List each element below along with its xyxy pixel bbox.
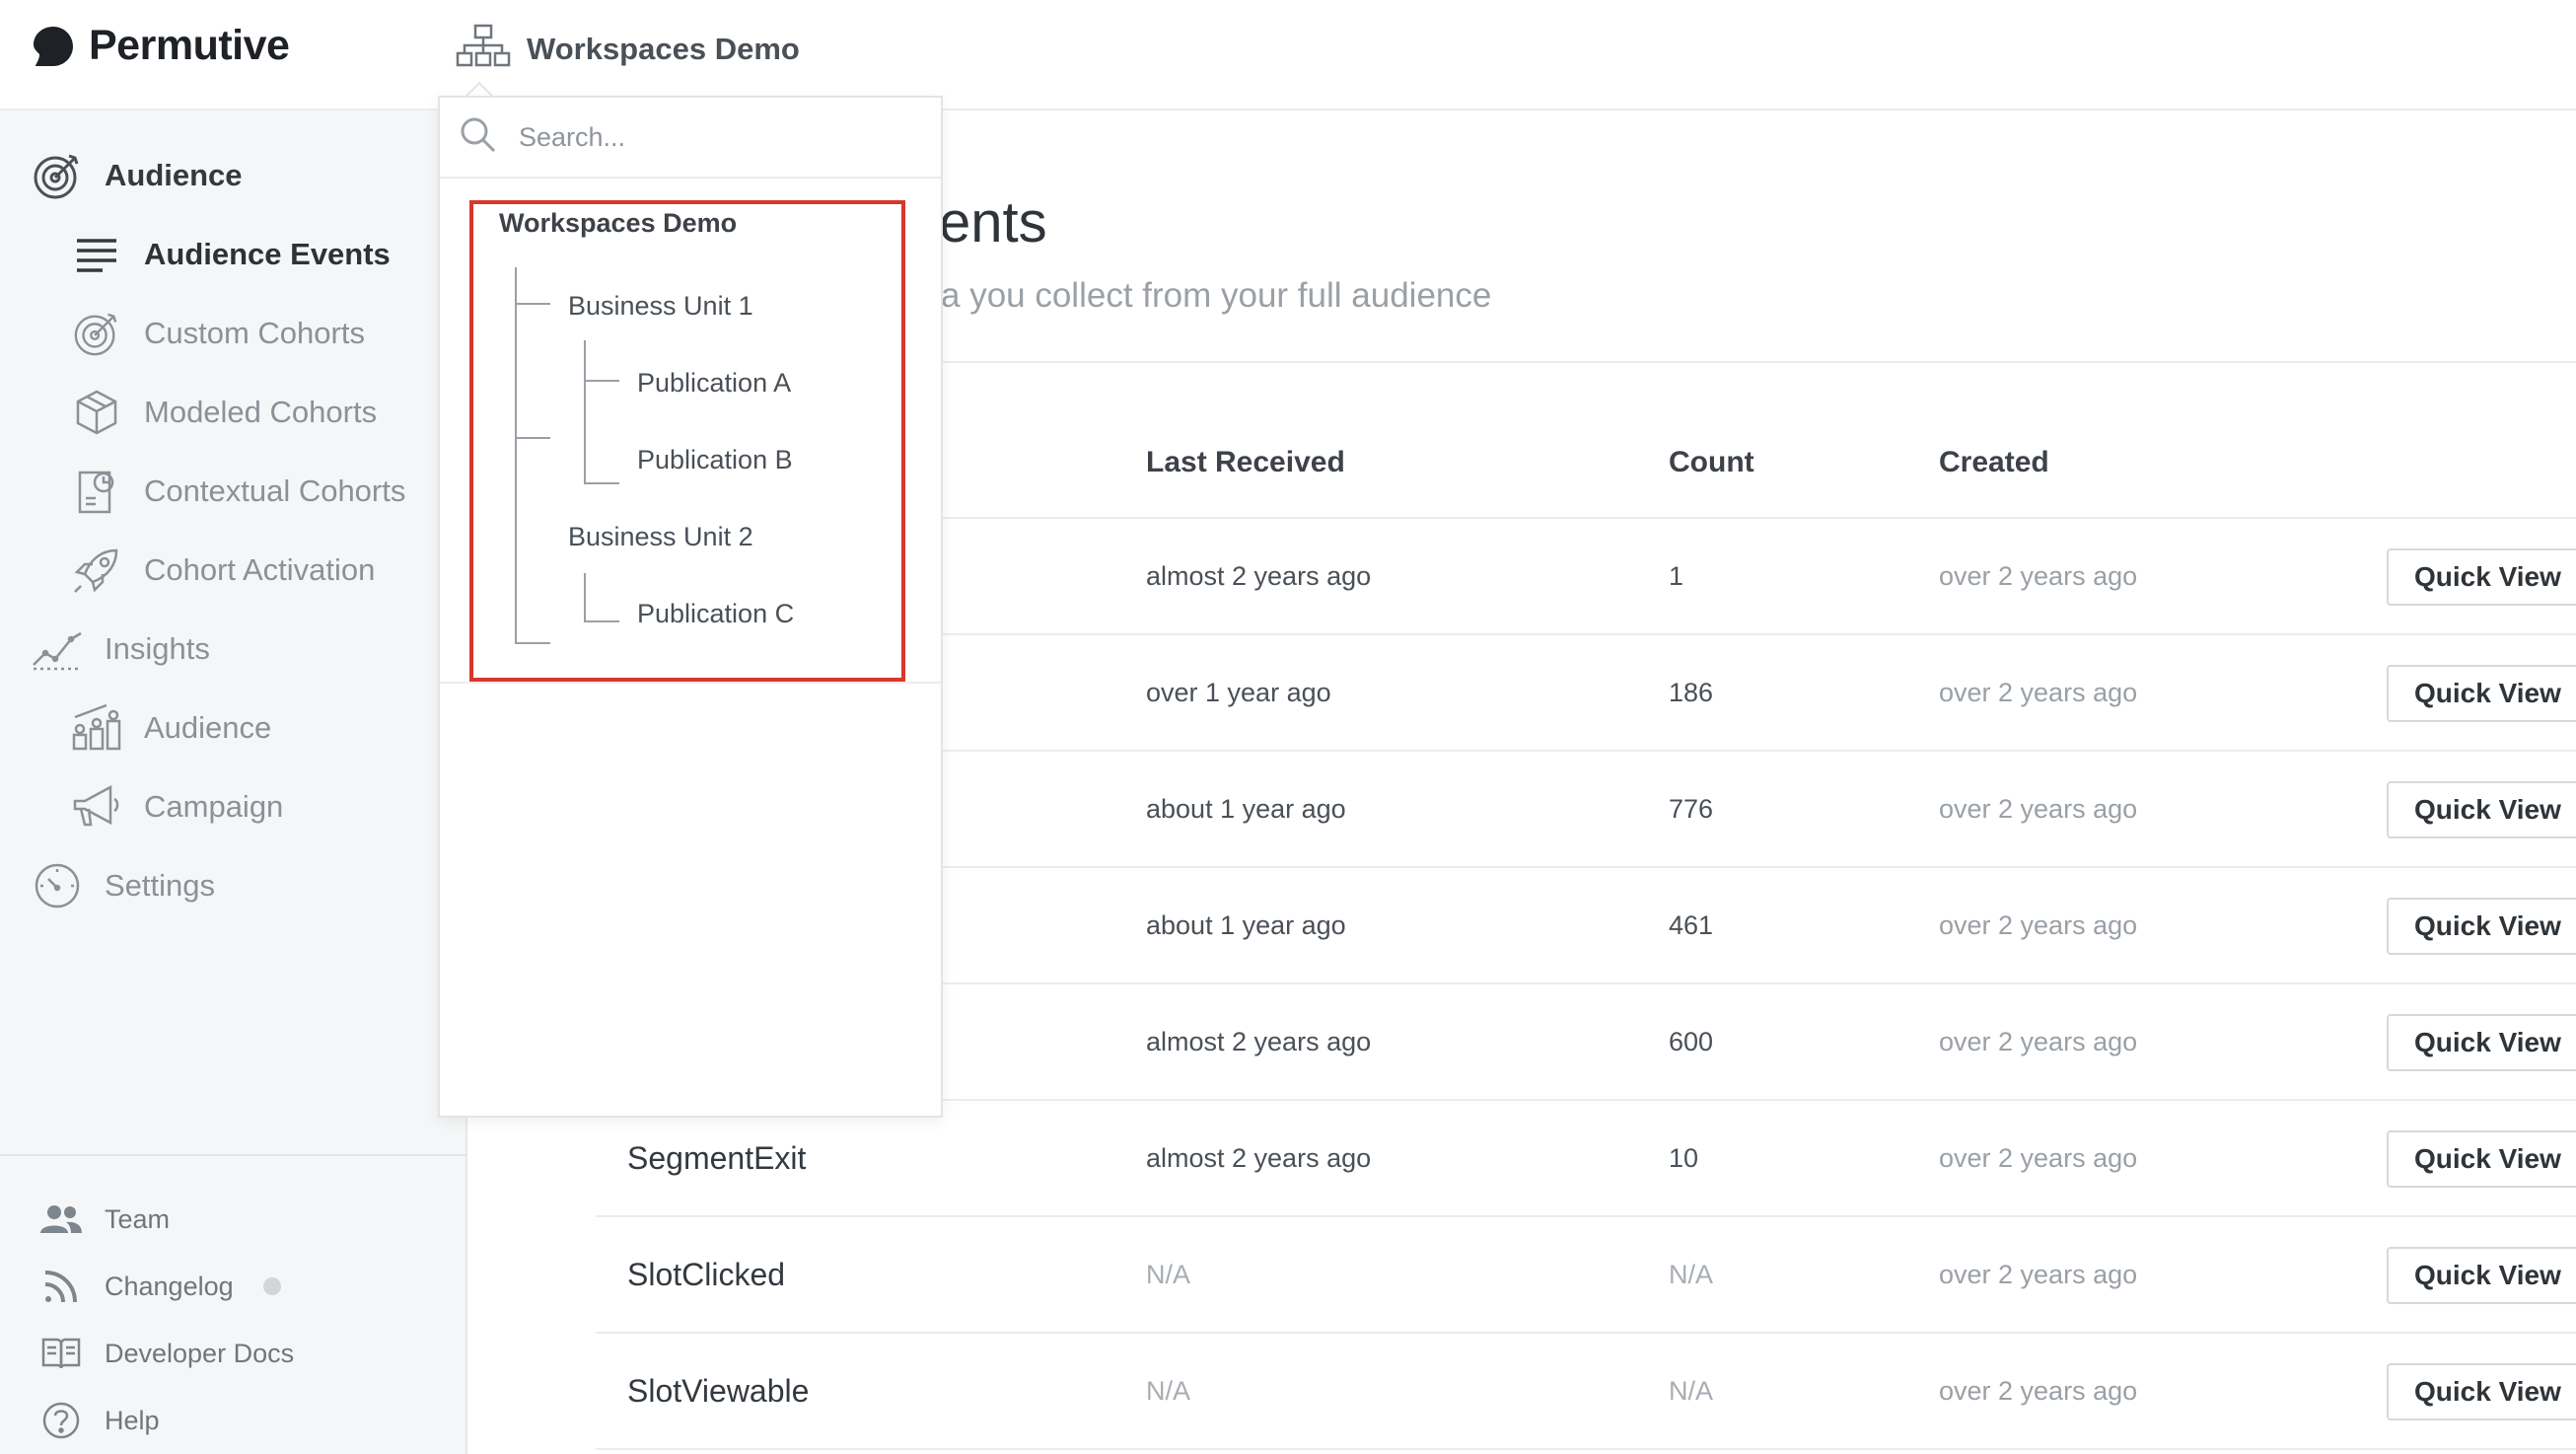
event-name: SegmentExit (627, 1139, 807, 1176)
sidebar-item-insights-audience[interactable]: Audience (71, 702, 271, 754)
target-icon (71, 308, 122, 359)
hierarchy-icon (456, 24, 511, 74)
sidebar-footer-developer-docs[interactable]: Developer Docs (39, 1332, 294, 1375)
table-row[interactable]: SegmentExit almost 2 years ago 10 over 2… (596, 1101, 2576, 1217)
event-count: 1 (1669, 560, 1684, 591)
book-icon (39, 1332, 83, 1375)
column-header-count[interactable]: Count (1669, 446, 1754, 479)
last-received: N/A (1146, 1375, 1191, 1406)
last-received: almost 2 years ago (1146, 1142, 1372, 1173)
last-received: over 1 year ago (1146, 677, 1331, 707)
workspace-switcher-label: Workspaces Demo (527, 31, 800, 66)
created-date: over 2 years ago (1939, 677, 2138, 707)
quick-view-button[interactable]: Quick View (2387, 1130, 2576, 1188)
quick-view-button[interactable]: Quick View (2387, 781, 2576, 838)
created-date: over 2 years ago (1939, 909, 2138, 940)
tree-highlight-box (469, 200, 905, 682)
event-count: 600 (1669, 1026, 1714, 1056)
event-count: N/A (1669, 1375, 1714, 1406)
sidebar-section-audience[interactable]: Audience (32, 150, 243, 201)
event-name: SlotClicked (627, 1256, 786, 1292)
last-received: almost 2 years ago (1146, 560, 1372, 591)
brand-name: Permutive (89, 22, 290, 69)
created-date: over 2 years ago (1939, 560, 2138, 591)
quick-view-button[interactable]: Quick View (2387, 1363, 2576, 1420)
cube-icon (71, 387, 122, 438)
created-date: over 2 years ago (1939, 1375, 2138, 1406)
created-date: over 2 years ago (1939, 1142, 2138, 1173)
table-row[interactable]: SlotClicked N/A N/A over 2 years ago Qui… (596, 1217, 2576, 1334)
column-header-created[interactable]: Created (1939, 446, 2049, 479)
sidebar-section-insights[interactable]: Insights (32, 623, 210, 675)
quick-view-button[interactable]: Quick View (2387, 898, 2576, 955)
table-row[interactable]: SlotViewable N/A N/A over 2 years ago Qu… (596, 1334, 2576, 1450)
page-subtitle: a you collect from your full audience (941, 276, 1492, 315)
created-date: over 2 years ago (1939, 793, 2138, 824)
target-icon (32, 150, 83, 201)
event-count: 186 (1669, 677, 1714, 707)
document-icon (71, 466, 122, 517)
workspace-switcher[interactable]: Workspaces Demo (456, 24, 800, 74)
rocket-icon (71, 545, 122, 596)
sidebar-item-custom-cohorts[interactable]: Custom Cohorts (71, 308, 365, 359)
event-count: N/A (1669, 1259, 1714, 1289)
sidebar-item-cohort-activation[interactable]: Cohort Activation (71, 545, 375, 596)
list-icon (71, 229, 122, 280)
quick-view-button[interactable]: Quick View (2387, 1014, 2576, 1071)
last-received: about 1 year ago (1146, 793, 1346, 824)
team-icon (39, 1198, 83, 1241)
workspace-dropdown: Workspaces Demo Business Unit 1 Publicat… (438, 96, 943, 1118)
trend-icon (32, 623, 83, 675)
rss-icon (39, 1265, 83, 1308)
sidebar-footer-team[interactable]: Team (39, 1198, 170, 1241)
sidebar-item-contextual-cohorts[interactable]: Contextual Cohorts (71, 466, 405, 517)
quick-view-button[interactable]: Quick View (2387, 1247, 2576, 1304)
created-date: over 2 years ago (1939, 1026, 2138, 1056)
permutive-logo-icon (32, 25, 75, 68)
sidebar-section-settings[interactable]: Settings (32, 860, 215, 911)
event-count: 776 (1669, 793, 1714, 824)
sidebar-footer-help[interactable]: Help (39, 1399, 160, 1442)
sidebar-divider (0, 1154, 467, 1156)
megaphone-icon (71, 781, 122, 833)
sidebar-item-audience-events[interactable]: Audience Events (71, 229, 391, 280)
sidebar-item-modeled-cohorts[interactable]: Modeled Cohorts (71, 387, 377, 438)
sidebar-item-campaign[interactable]: Campaign (71, 781, 283, 833)
help-icon (39, 1399, 83, 1442)
people-chart-icon (71, 702, 122, 754)
changelog-unread-dot (262, 1277, 281, 1295)
sidebar: Audience Audience Events Custom Cohorts … (0, 110, 467, 1454)
page-title: ents (939, 190, 1047, 254)
created-date: over 2 years ago (1939, 1259, 2138, 1289)
sidebar-footer-changelog[interactable]: Changelog (39, 1265, 281, 1308)
quick-view-button[interactable]: Quick View (2387, 548, 2576, 606)
top-bar: Permutive Workspaces Demo (0, 0, 2576, 110)
last-received: almost 2 years ago (1146, 1026, 1372, 1056)
workspace-search-input[interactable] (519, 121, 894, 153)
search-icon (460, 116, 497, 159)
column-header-last-received[interactable]: Last Received (1146, 446, 1345, 479)
quick-view-button[interactable]: Quick View (2387, 665, 2576, 722)
brand-logo[interactable]: Permutive (32, 22, 290, 70)
event-count: 10 (1669, 1142, 1699, 1173)
event-count: 461 (1669, 909, 1714, 940)
last-received: about 1 year ago (1146, 909, 1346, 940)
event-name: SlotViewable (627, 1372, 810, 1409)
last-received: N/A (1146, 1259, 1191, 1289)
gauge-icon (32, 860, 83, 911)
workspace-search (440, 98, 941, 179)
